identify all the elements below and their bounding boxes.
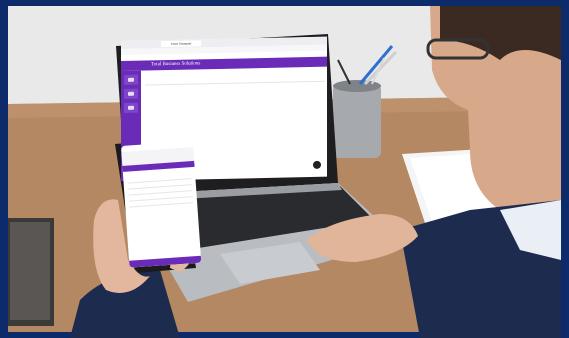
app-title: Total Business Solutions (151, 61, 201, 68)
app-nav (143, 71, 175, 72)
browser-tab[interactable]: Point Transport (161, 40, 202, 48)
photo-scene: Point Transport Total Business Solutions (0, 0, 569, 338)
sidebar-item-hotels[interactable] (124, 102, 138, 113)
pencil-cup (333, 84, 381, 158)
sidebar-item-flights[interactable] (124, 74, 138, 85)
sidebar-item-transport[interactable] (124, 88, 138, 99)
table-header (145, 76, 325, 86)
fab-button[interactable] (313, 160, 321, 169)
phone-app-screen (121, 140, 202, 268)
